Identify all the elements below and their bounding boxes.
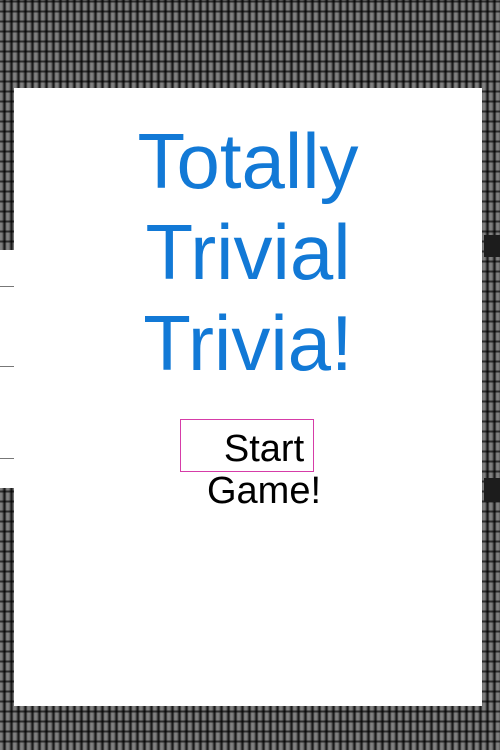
right-edge-tab bbox=[484, 478, 500, 502]
right-edge-tab bbox=[484, 235, 500, 257]
start-game-button[interactable] bbox=[180, 419, 314, 472]
game-title-line: Trivial bbox=[145, 208, 351, 296]
divider bbox=[0, 458, 14, 459]
divider bbox=[0, 366, 14, 367]
start-game-label-line: Game! bbox=[206, 470, 322, 512]
game-title-line: Totally bbox=[137, 117, 359, 205]
game-title: Totally Trivial Trivia! bbox=[14, 116, 482, 389]
left-edge-strip bbox=[0, 250, 14, 488]
game-title-line: Trivia! bbox=[143, 299, 353, 387]
title-card: Totally Trivial Trivia! Start Game! bbox=[14, 88, 482, 706]
divider bbox=[0, 286, 14, 287]
